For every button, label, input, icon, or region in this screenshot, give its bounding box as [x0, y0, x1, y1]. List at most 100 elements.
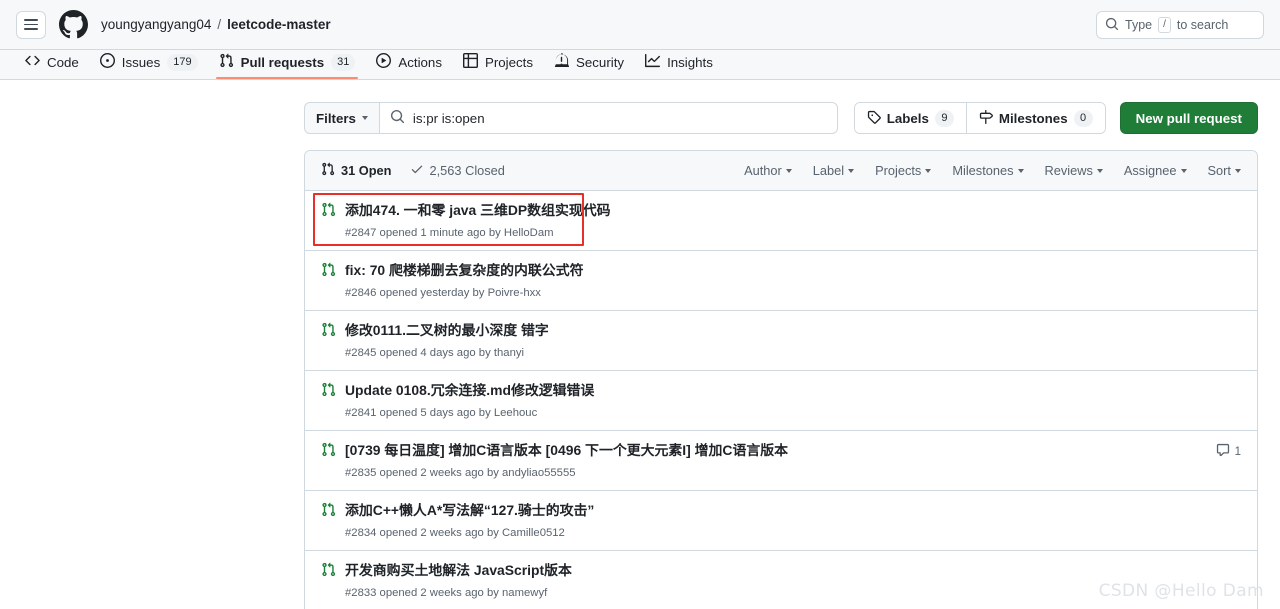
git-pull-request-icon — [321, 502, 336, 522]
chevron-down-icon — [785, 168, 792, 173]
issue-opened-icon — [99, 53, 115, 71]
tab-actions[interactable]: Actions — [367, 50, 451, 79]
dropdown-milestones[interactable]: Milestones — [952, 163, 1024, 178]
chevron-down-icon — [1096, 168, 1103, 173]
tab-security[interactable]: Security — [545, 50, 633, 79]
breadcrumb: youngyangyang04 / leetcode-master — [101, 17, 331, 32]
issue-search-input[interactable]: is:pr is:open — [378, 102, 838, 134]
pull-request-title[interactable]: [0739 每日温度] 增加C语言版本 [0496 下一个更大元素I] 增加C语… — [345, 440, 1206, 460]
milestones-button[interactable]: Milestones 0 — [965, 103, 1105, 133]
dropdown-reviews[interactable]: Reviews — [1045, 163, 1103, 178]
tab-label: Insights — [667, 54, 713, 70]
chevron-down-icon — [848, 168, 855, 173]
tab-projects[interactable]: Projects — [454, 50, 542, 79]
pull-request-row[interactable]: 添加474. 一和零 java 三维DP数组实现代码 #2847 opened 1… — [305, 191, 1257, 251]
tab-label: Actions — [398, 54, 442, 70]
filter-open-state[interactable]: 31 Open — [321, 162, 392, 179]
chevron-down-icon — [361, 116, 368, 120]
tab-label: Pull requests — [240, 54, 325, 70]
pull-request-meta: #2835 opened 2 weeks ago by andyliao5555… — [345, 467, 576, 479]
comment-count[interactable]: 1 — [1216, 443, 1241, 460]
git-pull-request-icon — [321, 202, 336, 222]
labels-button[interactable]: Labels 9 — [854, 103, 966, 133]
dropdown-label: Projects — [875, 163, 922, 178]
chevron-down-icon — [925, 168, 932, 173]
pr-toolbar: Filters is:pr is:open Labels 9 Milestone… — [304, 102, 1258, 134]
chevron-down-icon — [1017, 168, 1024, 173]
shield-icon — [554, 53, 570, 71]
breadcrumb-separator: / — [217, 17, 222, 32]
graph-icon — [645, 53, 661, 71]
tab-issues[interactable]: Issues 179 — [91, 50, 207, 79]
tab-code[interactable]: Code — [16, 50, 88, 79]
labels-label: Labels — [886, 110, 929, 126]
pull-request-meta: #2847 opened 1 minute ago by HelloDam — [345, 227, 554, 239]
code-icon — [25, 53, 40, 71]
repo-nav: Code Issues 179 Pull requests 31 Actions… — [0, 50, 1280, 80]
tab-label: Code — [47, 54, 79, 70]
pull-request-title[interactable]: 开发商购买土地解法 JavaScript版本 — [345, 560, 1241, 580]
filters-button[interactable]: Filters — [304, 102, 379, 134]
pull-request-row[interactable]: fix: 70 爬楼梯删去复杂度的内联公式符 #2846 opened yeste… — [305, 251, 1257, 311]
tab-pull-requests[interactable]: Pull requests 31 — [210, 50, 365, 79]
git-pull-request-icon — [219, 53, 234, 71]
filter-closed-state[interactable]: 2,563 Closed — [410, 162, 505, 179]
dropdown-sort[interactable]: Sort — [1208, 163, 1241, 178]
pull-request-meta: #2841 opened 5 days ago by Leehouc — [345, 407, 538, 419]
pull-request-row[interactable]: Update 0108.冗余连接.md修改逻辑错误 #2841 opened 5 … — [305, 371, 1257, 431]
table-icon — [462, 53, 478, 71]
dropdown-projects[interactable]: Projects — [875, 163, 932, 178]
global-search-shortcut-key: / — [1158, 17, 1171, 33]
labels-counter: 9 — [934, 109, 954, 127]
list-filter-dropdowns: Author Label Projects Milestones Reviews — [744, 163, 1241, 178]
pull-request-row[interactable]: 添加C++懒人A*写法解“127.骑士的攻击” #2834 opened 2 we… — [305, 491, 1257, 551]
pull-request-row[interactable]: [0739 每日温度] 增加C语言版本 [0496 下一个更大元素I] 增加C语… — [305, 431, 1257, 491]
pull-request-title[interactable]: 修改0111.二叉树的最小深度 错字 — [345, 320, 1241, 340]
comment-icon — [1216, 443, 1230, 460]
main-content: Filters is:pr is:open Labels 9 Milestone… — [0, 80, 1280, 609]
hamburger-icon[interactable] — [16, 10, 46, 39]
pull-request-title[interactable]: 添加474. 一和零 java 三维DP数组实现代码 — [345, 200, 1241, 220]
pull-request-title[interactable]: Update 0108.冗余连接.md修改逻辑错误 — [345, 380, 1241, 400]
tab-label: Security — [576, 54, 625, 70]
tab-label: Projects — [484, 54, 534, 70]
tab-counter: 31 — [331, 53, 356, 71]
pull-request-body: [0739 每日温度] 增加C语言版本 [0496 下一个更大元素I] 增加C语… — [345, 440, 1206, 481]
app-header: youngyangyang04 / leetcode-master Type /… — [0, 0, 1280, 50]
git-pull-request-icon — [321, 162, 335, 179]
pull-request-body: fix: 70 爬楼梯删去复杂度的内联公式符 #2846 opened yeste… — [345, 260, 1241, 301]
tab-counter: 179 — [167, 53, 198, 71]
global-search-suffix: to search — [1176, 18, 1229, 32]
search-icon — [1105, 17, 1119, 34]
pull-request-title[interactable]: fix: 70 爬楼梯删去复杂度的内联公式符 — [345, 260, 1241, 280]
global-search-input[interactable]: Type / to search — [1096, 11, 1264, 39]
git-pull-request-icon — [321, 322, 336, 342]
dropdown-label[interactable]: Label — [812, 163, 855, 178]
closed-count-label: 2,563 Closed — [429, 163, 505, 178]
breadcrumb-owner[interactable]: youngyangyang04 — [101, 17, 211, 32]
tab-insights[interactable]: Insights — [636, 50, 722, 79]
git-pull-request-icon — [321, 382, 336, 402]
git-pull-request-icon — [321, 262, 336, 282]
filters-label: Filters — [316, 110, 356, 126]
pull-request-row[interactable]: 开发商购买土地解法 JavaScript版本 #2833 opened 2 wee… — [305, 551, 1257, 609]
pull-request-body: 开发商购买土地解法 JavaScript版本 #2833 opened 2 wee… — [345, 560, 1241, 601]
pull-request-body: 添加474. 一和零 java 三维DP数组实现代码 #2847 opened 1… — [345, 200, 1241, 241]
tab-label: Issues — [121, 54, 161, 70]
pull-request-meta: #2834 opened 2 weeks ago by Camille0512 — [345, 527, 565, 539]
breadcrumb-repo[interactable]: leetcode-master — [227, 17, 331, 32]
new-pull-request-button[interactable]: New pull request — [1119, 102, 1258, 134]
dropdown-label: Label — [812, 163, 845, 178]
pull-request-row[interactable]: 修改0111.二叉树的最小深度 错字 #2845 opened 4 days ag… — [305, 311, 1257, 371]
dropdown-assignee[interactable]: Assignee — [1124, 163, 1187, 178]
dropdown-label: Sort — [1207, 163, 1231, 178]
dropdown-label: Assignee — [1123, 163, 1177, 178]
tag-icon — [867, 110, 881, 127]
pull-request-title[interactable]: 添加C++懒人A*写法解“127.骑士的攻击” — [345, 500, 1241, 520]
github-logo-icon[interactable] — [59, 10, 88, 39]
play-icon — [376, 53, 392, 71]
git-pull-request-icon — [321, 562, 336, 582]
search-icon — [390, 109, 405, 127]
dropdown-author[interactable]: Author — [744, 163, 792, 178]
pull-request-list-header: 31 Open 2,563 Closed Author Label Projec… — [305, 151, 1257, 191]
